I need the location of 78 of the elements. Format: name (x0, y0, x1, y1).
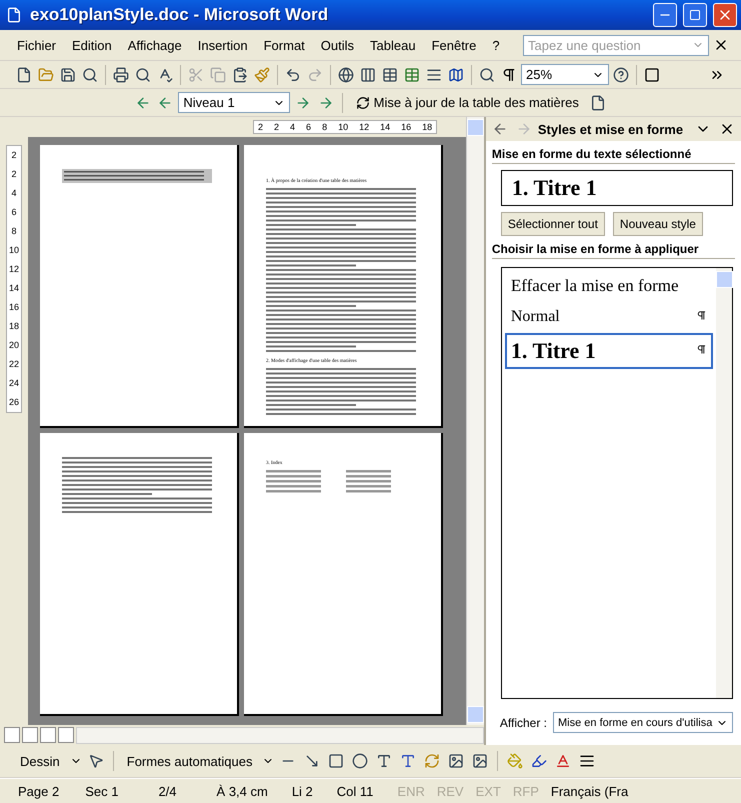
ruler-number: 8 (322, 121, 328, 133)
refresh-icon (356, 96, 370, 110)
page-view-button[interactable] (40, 727, 56, 743)
ruler-number: 26 (8, 396, 19, 409)
status-item: ENR (396, 784, 425, 798)
ruler-number: 6 (306, 121, 312, 133)
menu-item[interactable]: Insertion (190, 36, 255, 54)
ruler-number: 18 (8, 320, 19, 333)
fill-color-icon[interactable] (505, 751, 526, 771)
status-item: Français (Fra (550, 784, 628, 798)
style-item[interactable]: 1. Titre 1 (504, 333, 713, 369)
web-view-button[interactable] (22, 727, 38, 743)
ruler-number: 4 (11, 187, 16, 200)
draw-menu-button[interactable]: Dessin (14, 752, 66, 770)
status-item: À 3,4 cm (216, 784, 269, 798)
menu-item[interactable]: Edition (65, 36, 119, 54)
menu-item[interactable]: Outils (314, 36, 362, 54)
ruler-number: 12 (8, 263, 19, 276)
ellipse-icon[interactable] (350, 751, 370, 771)
ruler-number: 16 (8, 301, 19, 314)
style-item[interactable]: Effacer la mise en forme (504, 271, 713, 301)
ruler-number: 24 (8, 377, 19, 390)
show-select[interactable]: Mise en forme en cours d'utilisa (553, 712, 733, 733)
ruler-number: 8 (11, 225, 16, 238)
status-item: RFP (512, 784, 539, 798)
window-title: exo10planStyle.doc - Microsoft Word (30, 5, 330, 25)
show-label: Afficher : (500, 716, 547, 730)
update-toc-button[interactable]: Mise à jour de la table des matières (350, 94, 585, 111)
ruler-number: 18 (422, 121, 432, 133)
minimize-button[interactable] (653, 3, 677, 27)
select-all-button[interactable]: Sélectionner tout (500, 212, 605, 236)
ruler-number: 2 (258, 121, 264, 133)
outline-view-button[interactable] (58, 727, 74, 743)
status-item: Sec 1 (84, 784, 120, 798)
ruler-number: 2 (11, 149, 16, 162)
list-scrollbar[interactable] (716, 268, 732, 698)
menu-item[interactable]: ? (485, 36, 507, 54)
vertical-scrollbar[interactable] (466, 117, 484, 725)
printer-icon[interactable] (111, 64, 131, 84)
level-select[interactable]: Niveau 1 (178, 92, 290, 113)
normal-view-button[interactable] (4, 727, 20, 743)
ruler-number: 10 (8, 244, 19, 257)
ruler-number: 14 (8, 282, 19, 295)
menu-item[interactable]: Fichier (10, 36, 64, 54)
ruler-number: 16 (401, 121, 412, 133)
ruler-number: 2 (11, 168, 16, 181)
zoom-field[interactable]: 25% (521, 64, 609, 85)
status-item: 2/4 (157, 784, 178, 798)
horizontal-scrollbar[interactable] (76, 726, 484, 744)
new-style-button[interactable]: Nouveau style (612, 212, 703, 236)
status-item: Page 2 (17, 784, 60, 798)
style-item[interactable]: Normal (504, 303, 713, 331)
ruler-number: 22 (8, 358, 19, 371)
current-style-preview: 1. Titre 1 (500, 170, 733, 206)
ruler-number: 4 (290, 121, 296, 133)
maximize-button[interactable] (683, 3, 707, 27)
status-item: Li 2 (290, 784, 314, 798)
status-item: Col 11 (336, 784, 374, 798)
section-title: Choisir la mise en forme à appliquer (492, 242, 735, 259)
status-item: REV (436, 784, 464, 798)
menu-item[interactable]: Format (256, 36, 312, 54)
menu-item[interactable]: Fenêtre (424, 36, 484, 54)
ruler-number: 6 (11, 206, 16, 219)
status-item: EXT (474, 784, 501, 798)
ruler-number: 20 (8, 339, 19, 352)
globe-icon[interactable] (336, 64, 356, 84)
task-pane-title: Styles et mise en forme (538, 122, 684, 136)
ruler-number: 2 (274, 121, 280, 133)
ruler-number: 14 (380, 121, 390, 133)
menu-item[interactable]: Tableau (363, 36, 423, 54)
autoshapes-menu-button[interactable]: Formes automatiques (120, 752, 258, 770)
maximize-icon (689, 9, 701, 21)
ruler-number: 10 (338, 121, 348, 133)
close-button[interactable] (713, 3, 737, 27)
help-icon[interactable] (611, 64, 631, 84)
menu-item[interactable]: Affichage (120, 36, 189, 54)
ruler-number: 12 (359, 121, 370, 133)
section-title: Mise en forme du texte sélectionné (492, 147, 735, 164)
